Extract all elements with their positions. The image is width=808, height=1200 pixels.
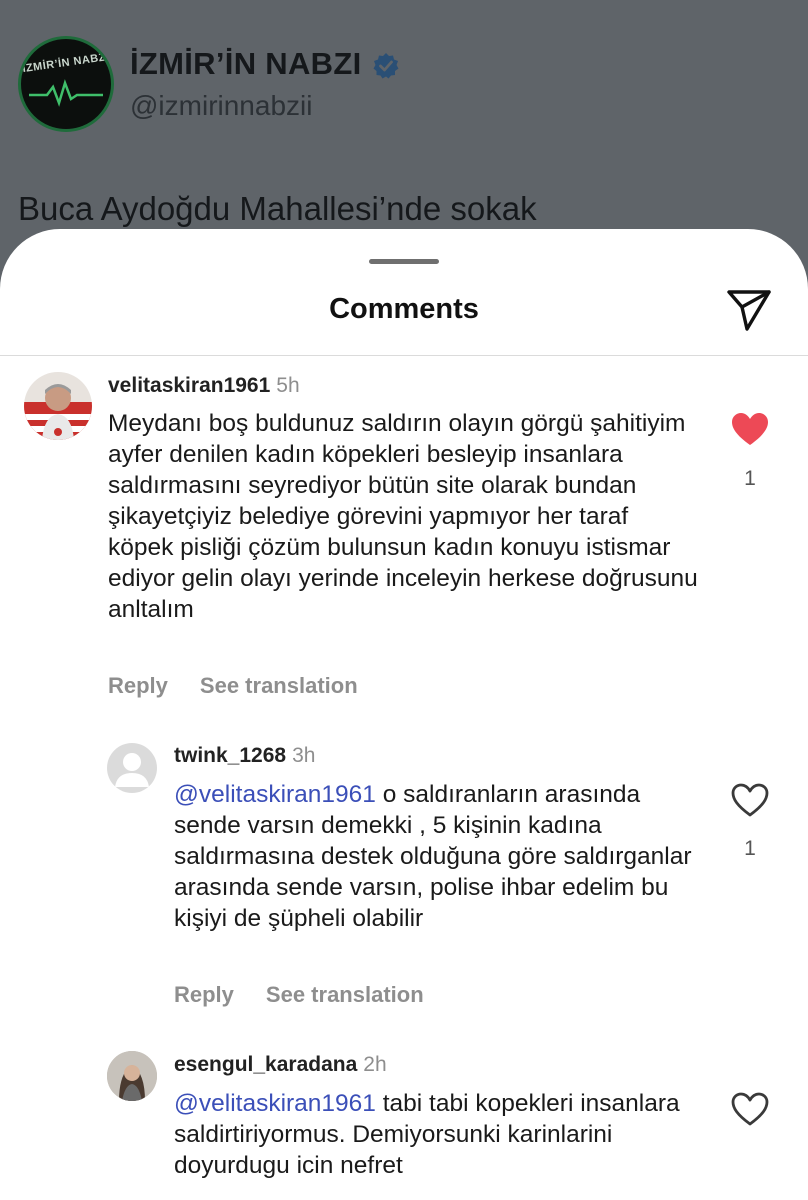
avatar-logo-text: İZMİR’İN NABZI xyxy=(21,50,111,76)
background-post: İZMİR’İN NABZI İZMİR’İN NABZI @izmirinna… xyxy=(0,0,808,260)
heart-outline-icon[interactable] xyxy=(730,1091,770,1127)
account-handle: @izmirinnabzii xyxy=(130,90,313,121)
reply-item: esengul_karadana 2h @velitaskiran1961 tab… xyxy=(0,229,808,1200)
user-photo-icon xyxy=(107,1051,157,1101)
comments-sheet: Comments velitaskiran1961 5h Meydanı boş … xyxy=(0,229,808,1200)
comment-text: @velitaskiran1961 tabi tabi kopekleri in… xyxy=(174,1090,680,1179)
heartbeat-icon xyxy=(29,79,103,107)
avatar[interactable] xyxy=(107,1051,157,1101)
account-name: İZMİR’İN NABZI xyxy=(130,46,362,81)
comment-username[interactable]: esengul_karadana 2h xyxy=(174,1053,387,1077)
comment-time: 2h xyxy=(363,1053,387,1076)
post-text: Buca Aydoğdu Mahallesi’nde sokak xyxy=(18,190,537,227)
mention-link[interactable]: @velitaskiran1961 xyxy=(174,1090,376,1117)
verified-badge-icon xyxy=(373,53,399,79)
account-avatar: İZMİR’İN NABZI xyxy=(18,36,114,132)
